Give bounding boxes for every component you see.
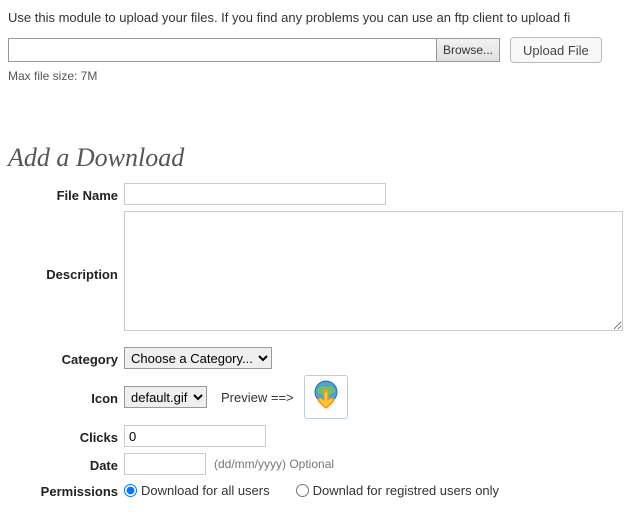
upload-row: Browse... Upload File — [8, 37, 623, 63]
permission-all-label: Download for all users — [141, 483, 270, 498]
row-permissions: Permissions Download for all users Downl… — [8, 481, 623, 499]
download-icon — [304, 375, 348, 419]
permission-reg-radio[interactable] — [296, 484, 309, 497]
label-file-name: File Name — [8, 185, 124, 203]
row-description: Description — [8, 211, 623, 331]
label-permissions: Permissions — [8, 481, 124, 499]
file-input[interactable]: Browse... — [8, 38, 500, 62]
preview-label: Preview ==> — [221, 390, 294, 405]
label-category: Category — [8, 349, 124, 367]
browse-button[interactable]: Browse... — [436, 38, 500, 62]
date-input[interactable] — [124, 453, 206, 475]
max-file-size: Max file size: 7M — [8, 69, 623, 83]
icon-select[interactable]: default.gif — [124, 386, 207, 408]
file-name-input[interactable] — [124, 183, 386, 205]
category-select[interactable]: Choose a Category... — [124, 347, 272, 369]
upload-file-button[interactable]: Upload File — [510, 37, 602, 63]
description-input[interactable] — [124, 211, 623, 331]
permission-all-radio[interactable] — [124, 484, 137, 497]
upload-instruction: Use this module to upload your files. If… — [8, 10, 623, 25]
row-icon: Icon default.gif Preview ==> — [8, 375, 623, 419]
clicks-input[interactable] — [124, 425, 266, 447]
date-hint: (dd/mm/yyyy) Optional — [214, 457, 334, 471]
row-date: Date (dd/mm/yyyy) Optional — [8, 453, 623, 475]
label-clicks: Clicks — [8, 427, 124, 445]
file-path-field[interactable] — [8, 38, 436, 62]
label-date: Date — [8, 455, 124, 473]
label-description: Description — [8, 211, 124, 282]
permission-reg-label: Downlad for registred users only — [313, 483, 499, 498]
label-icon: Icon — [8, 388, 124, 406]
row-file-name: File Name — [8, 183, 623, 205]
row-category: Category Choose a Category... — [8, 347, 623, 369]
section-title: Add a Download — [8, 143, 623, 173]
row-clicks: Clicks — [8, 425, 623, 447]
